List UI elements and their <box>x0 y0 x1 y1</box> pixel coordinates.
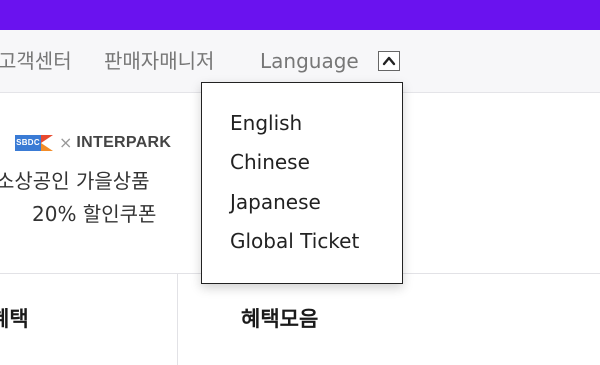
language-option-english[interactable]: English <box>230 110 302 136</box>
seller-manager-link[interactable]: 판매자매니저 <box>104 47 214 75</box>
interpark-logo: INTERPARK <box>76 134 172 151</box>
chevron-up-icon <box>382 56 396 66</box>
language-option-global-ticket[interactable]: Global Ticket <box>230 228 359 254</box>
promo-headline: 소상공인 가을상품 <box>0 169 150 193</box>
language-selector-label[interactable]: Language <box>260 47 359 75</box>
sbdc-logo: SBDC <box>15 133 57 153</box>
language-dropdown-menu: English Chinese Japanese Global Ticket <box>201 82 403 284</box>
language-option-chinese[interactable]: Chinese <box>230 149 310 175</box>
language-toggle-button[interactable] <box>378 51 400 71</box>
section-title-benefit-collection[interactable]: 혜택모음 <box>241 304 318 334</box>
promo-logo-row: SBDC × INTERPARK <box>15 132 171 154</box>
logo-separator: × <box>59 133 73 152</box>
promo-subline: 20% 할인쿠폰 <box>32 202 157 226</box>
language-option-japanese[interactable]: Japanese <box>230 189 321 215</box>
customer-center-link[interactable]: 고객센터 <box>0 47 72 75</box>
section-title-benefits[interactable]: 혜택 <box>0 304 29 334</box>
column-divider <box>177 274 178 365</box>
top-brand-bar <box>0 0 600 30</box>
